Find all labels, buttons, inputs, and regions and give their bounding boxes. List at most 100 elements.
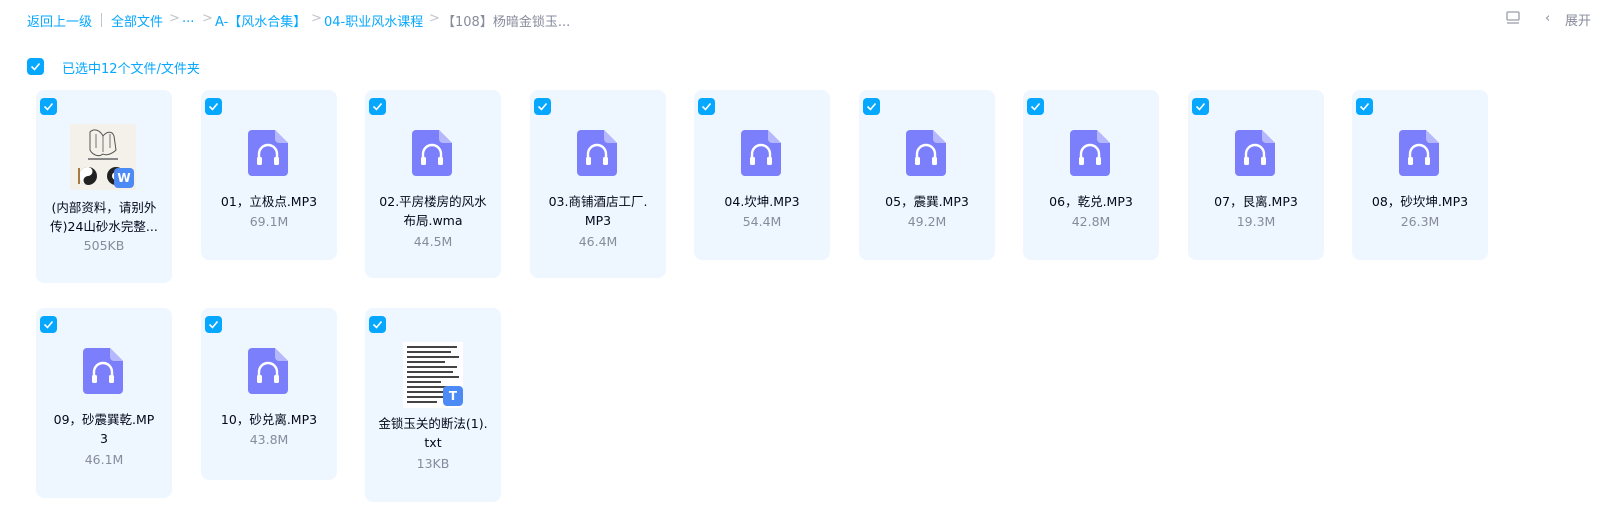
file-size: 26.3M bbox=[1400, 214, 1440, 229]
breadcrumb-separator: > bbox=[429, 11, 440, 26]
file-card[interactable]: 02.平房楼房的风水 布局.wma 44.5M bbox=[365, 90, 501, 278]
file-name-line: 3 bbox=[100, 431, 108, 446]
file-card[interactable]: 09，砂震巽乾.MP 3 46.1M bbox=[36, 308, 172, 498]
file-name-line: 05，震巽.MP3 bbox=[885, 194, 969, 209]
check-icon bbox=[372, 102, 383, 111]
view-mode-icon[interactable] bbox=[1505, 10, 1521, 26]
file-name: 06，乾兑.MP3 bbox=[1029, 192, 1153, 211]
top-bar: 返回上一级 全部文件 > ... > A-【风水合集】 > 04-职业风水课程 … bbox=[0, 0, 1619, 38]
file-name: 04.坎坤.MP3 bbox=[700, 192, 824, 211]
file-card[interactable]: 06，乾兑.MP3 42.8M bbox=[1023, 90, 1159, 260]
file-checkbox[interactable] bbox=[1027, 98, 1044, 115]
file-name-line: 09，砂震巽乾.MP bbox=[53, 412, 155, 427]
audio-file-icon bbox=[412, 130, 452, 176]
audio-file-icon bbox=[248, 348, 288, 394]
file-card[interactable]: 10，砂兑离.MP3 43.8M bbox=[201, 308, 337, 480]
breadcrumb-ellipsis[interactable]: ... bbox=[182, 11, 194, 26]
breadcrumb-separator: > bbox=[169, 11, 180, 26]
file-name-line: 07，艮离.MP3 bbox=[1214, 194, 1298, 209]
file-name-line: 10，砂兑离.MP3 bbox=[220, 412, 318, 427]
file-size: 13KB bbox=[416, 456, 450, 471]
file-size: 505KB bbox=[83, 238, 125, 253]
check-icon bbox=[208, 320, 219, 329]
file-card[interactable]: 05，震巽.MP3 49.2M bbox=[859, 90, 995, 260]
audio-file-icon bbox=[741, 130, 781, 176]
file-card[interactable]: 01，立极点.MP3 69.1M bbox=[201, 90, 337, 260]
expand-button[interactable]: 展开 bbox=[1565, 10, 1591, 29]
check-icon bbox=[537, 102, 548, 111]
txt-badge-icon: T bbox=[443, 386, 463, 406]
file-size: 69.1M bbox=[249, 214, 289, 229]
breadcrumb-separator: > bbox=[311, 11, 322, 26]
file-name-line: 金锁玉关的断法(1). bbox=[378, 416, 488, 431]
breadcrumb-divider bbox=[101, 13, 102, 27]
word-badge-icon: W bbox=[114, 168, 134, 188]
file-name: 09，砂震巽乾.MP 3 bbox=[42, 410, 166, 448]
check-icon bbox=[43, 102, 54, 111]
file-name-line: (内部资料，请别外 bbox=[51, 200, 157, 215]
file-checkbox[interactable] bbox=[534, 98, 551, 115]
file-card[interactable]: 03.商铺酒店工厂. MP3 46.4M bbox=[530, 90, 666, 278]
file-name-line: 08，砂坎坤.MP3 bbox=[1371, 194, 1469, 209]
check-icon bbox=[1030, 102, 1041, 111]
file-card[interactable]: 04.坎坤.MP3 54.4M bbox=[694, 90, 830, 260]
audio-file-icon bbox=[83, 348, 123, 394]
check-icon bbox=[866, 102, 877, 111]
audio-file-icon bbox=[248, 130, 288, 176]
audio-file-icon bbox=[906, 130, 946, 176]
file-checkbox[interactable] bbox=[1192, 98, 1209, 115]
file-checkbox[interactable] bbox=[863, 98, 880, 115]
file-name-line: 02.平房楼房的风水 bbox=[379, 194, 487, 209]
file-name: 01，立极点.MP3 bbox=[207, 192, 331, 211]
file-card[interactable]: T 金锁玉关的断法(1). txt 13KB bbox=[365, 308, 501, 502]
file-name: 02.平房楼房的风水 布局.wma bbox=[371, 192, 495, 230]
file-size: 54.4M bbox=[742, 214, 782, 229]
file-name-line: 04.坎坤.MP3 bbox=[724, 194, 800, 209]
file-checkbox[interactable] bbox=[369, 316, 386, 333]
check-icon bbox=[701, 102, 712, 111]
file-name-line: MP3 bbox=[584, 213, 612, 228]
file-checkbox[interactable] bbox=[698, 98, 715, 115]
file-size: 49.2M bbox=[907, 214, 947, 229]
check-icon bbox=[30, 62, 41, 71]
file-name-line: 布局.wma bbox=[403, 213, 463, 228]
breadcrumb-separator: > bbox=[202, 11, 213, 26]
file-card[interactable]: W (内部资料，请别外 传)24山砂水完整... 505KB bbox=[36, 90, 172, 283]
file-name-line: 传)24山砂水完整... bbox=[50, 219, 158, 234]
file-name-line: 06，乾兑.MP3 bbox=[1049, 194, 1133, 209]
file-name: 05，震巽.MP3 bbox=[865, 192, 989, 211]
file-size: 46.1M bbox=[84, 452, 124, 467]
file-card[interactable]: 07，艮离.MP3 19.3M bbox=[1188, 90, 1324, 260]
check-icon bbox=[1359, 102, 1370, 111]
back-link[interactable]: 返回上一级 bbox=[27, 11, 92, 30]
file-size: 42.8M bbox=[1071, 214, 1111, 229]
file-name: 08，砂坎坤.MP3 bbox=[1358, 192, 1482, 211]
file-card[interactable]: 08，砂坎坤.MP3 26.3M bbox=[1352, 90, 1488, 260]
file-name-line: 03.商铺酒店工厂. bbox=[548, 194, 648, 209]
audio-file-icon bbox=[1399, 130, 1439, 176]
breadcrumb-all-files[interactable]: 全部文件 bbox=[111, 11, 163, 30]
check-icon bbox=[1195, 102, 1206, 111]
chevron-left-icon[interactable]: ‹ bbox=[1545, 11, 1550, 26]
file-checkbox[interactable] bbox=[205, 316, 222, 333]
file-name-line: 01，立极点.MP3 bbox=[220, 194, 318, 209]
breadcrumb-folder-b[interactable]: 04-职业风水课程 bbox=[324, 11, 423, 30]
file-checkbox[interactable] bbox=[369, 98, 386, 115]
breadcrumb-folder-a[interactable]: A-【风水合集】 bbox=[215, 11, 306, 30]
check-icon bbox=[208, 102, 219, 111]
file-size: 46.4M bbox=[578, 234, 618, 249]
file-size: 19.3M bbox=[1236, 214, 1276, 229]
audio-file-icon bbox=[1235, 130, 1275, 176]
selection-count-label: 已选中12个文件/文件夹 bbox=[62, 62, 200, 77]
file-size: 44.5M bbox=[413, 234, 453, 249]
file-checkbox[interactable] bbox=[205, 98, 222, 115]
file-checkbox[interactable] bbox=[40, 316, 57, 333]
audio-file-icon bbox=[1070, 130, 1110, 176]
file-name-line: txt bbox=[424, 435, 442, 450]
select-all-checkbox[interactable] bbox=[27, 58, 44, 75]
file-checkbox[interactable] bbox=[1356, 98, 1373, 115]
breadcrumb-current: 【108】杨暗金锁玉... bbox=[442, 15, 571, 30]
check-icon bbox=[43, 320, 54, 329]
file-checkbox[interactable] bbox=[40, 98, 57, 115]
file-name: (内部资料，请别外 传)24山砂水完整... bbox=[42, 198, 166, 236]
